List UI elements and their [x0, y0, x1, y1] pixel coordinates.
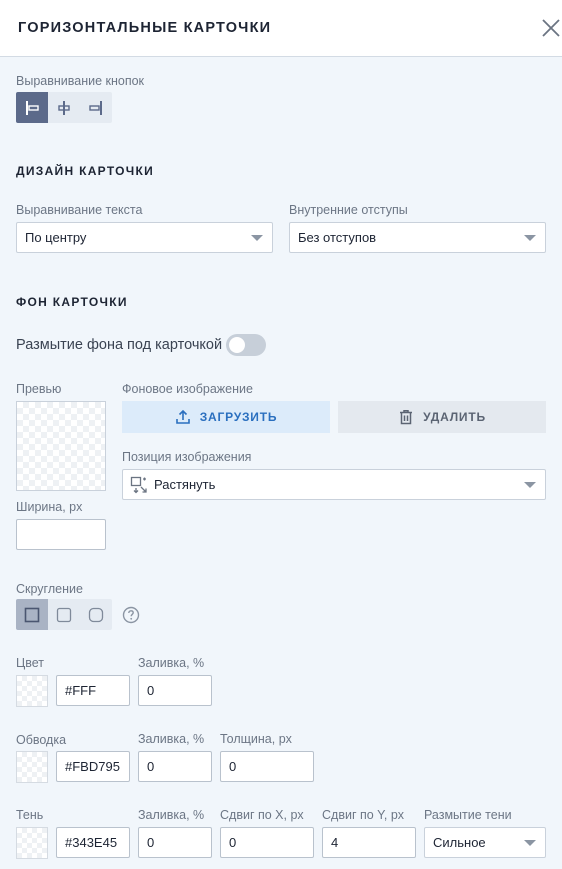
buttons-alignment-group: [16, 92, 112, 123]
width-input[interactable]: [16, 519, 106, 550]
bg-blur-label: Размытие фона под карточкой: [16, 337, 223, 353]
color-fill-input[interactable]: [138, 675, 212, 706]
upload-button-label: ЗАГРУЗИТЬ: [199, 410, 278, 424]
border-thickness-input[interactable]: [220, 751, 314, 782]
chevron-down-icon: [524, 840, 536, 846]
text-align-label: Выравнивание текста: [16, 203, 143, 217]
shadow-offset-y-label: Сдвиг по Y, px: [322, 808, 405, 822]
rounding-large-button[interactable]: [80, 599, 112, 630]
stretch-icon: [130, 476, 147, 494]
shadow-offset-y-input[interactable]: [322, 827, 416, 858]
shadow-fill-label: Заливка, %: [138, 808, 205, 822]
align-left-button[interactable]: [16, 92, 48, 123]
rounding-label: Скругление: [16, 582, 83, 596]
rounded-corner-large-icon: [88, 607, 104, 622]
image-position-value: Растянуть: [154, 477, 216, 492]
shadow-offset-x-label: Сдвиг по X, px: [220, 808, 304, 822]
shadow-blur-label: Размытие тени: [424, 808, 512, 822]
delete-button-label: УДАЛИТЬ: [423, 410, 486, 424]
upload-icon: [175, 409, 190, 424]
align-center-icon: [58, 100, 70, 115]
card-design-section-title: ДИЗАЙН КАРТОЧКИ: [16, 164, 155, 178]
panel-title: ГОРИЗОНТАЛЬНЫЕ КАРТОЧКИ: [18, 20, 272, 36]
close-icon[interactable]: [540, 17, 562, 39]
bg-image-label: Фоновое изображение: [122, 382, 253, 396]
chevron-down-icon: [524, 482, 536, 488]
border-thickness-label: Толщина, px: [220, 732, 292, 746]
rounding-small-button[interactable]: [48, 599, 80, 630]
color-label: Цвет: [16, 656, 45, 670]
border-label: Обводка: [16, 733, 67, 747]
shadow-blur-value: Сильное: [433, 835, 486, 850]
align-center-button[interactable]: [48, 92, 80, 123]
image-position-label: Позиция изображения: [122, 450, 252, 464]
rounding-group: [16, 599, 112, 630]
rounded-corner-small-icon: [56, 607, 72, 622]
color-swatch[interactable]: [16, 675, 48, 707]
chevron-down-icon: [524, 235, 536, 241]
trash-icon: [400, 410, 413, 425]
text-align-value: По центру: [25, 230, 87, 245]
panel-header: ГОРИЗОНТАЛЬНЫЕ КАРТОЧКИ: [0, 0, 562, 57]
padding-select[interactable]: Без отступов: [289, 222, 546, 253]
border-hex-input[interactable]: [56, 751, 130, 782]
buttons-alignment-label: Выравнивание кнопок: [16, 74, 145, 88]
image-position-select[interactable]: Растянуть: [122, 469, 546, 500]
border-fill-input[interactable]: [138, 751, 212, 782]
upload-button[interactable]: ЗАГРУЗИТЬ: [122, 401, 330, 433]
color-fill-label: Заливка, %: [138, 656, 205, 670]
align-right-button[interactable]: [80, 92, 112, 123]
text-align-select[interactable]: По центру: [16, 222, 273, 253]
toggle-knob: [229, 337, 245, 353]
bg-preview: [16, 401, 106, 491]
align-left-icon: [26, 100, 39, 115]
padding-label: Внутренние отступы: [289, 203, 408, 217]
shadow-blur-select[interactable]: Сильное: [424, 827, 546, 858]
preview-label: Превью: [16, 382, 62, 396]
chevron-down-icon: [251, 235, 263, 241]
shadow-label: Тень: [16, 808, 44, 822]
border-fill-label: Заливка, %: [138, 732, 205, 746]
width-label: Ширина, px: [16, 500, 83, 514]
bg-blur-toggle[interactable]: [226, 334, 266, 356]
align-right-icon: [89, 100, 102, 115]
shadow-color-swatch[interactable]: [16, 827, 48, 859]
color-hex-input[interactable]: [56, 675, 130, 706]
card-bg-section-title: ФОН КАРТОЧКИ: [16, 295, 128, 309]
shadow-fill-input[interactable]: [138, 827, 212, 858]
square-corner-icon: [24, 607, 40, 622]
padding-value: Без отступов: [298, 230, 377, 245]
rounding-none-button[interactable]: [16, 599, 48, 630]
help-icon[interactable]: [122, 606, 140, 624]
delete-button[interactable]: УДАЛИТЬ: [338, 401, 546, 433]
shadow-hex-input[interactable]: [56, 827, 130, 858]
shadow-offset-x-input[interactable]: [220, 827, 314, 858]
border-color-swatch[interactable]: [16, 751, 48, 783]
